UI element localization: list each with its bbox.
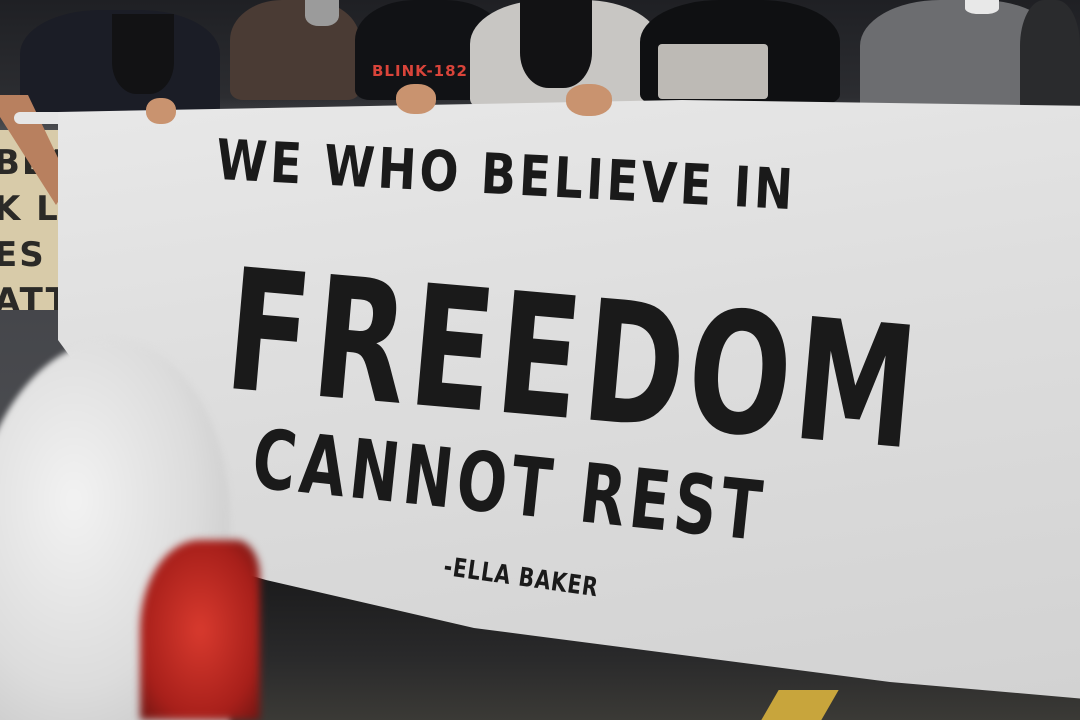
hand <box>566 84 612 116</box>
tshirt-print <box>658 44 768 99</box>
bandana-mask <box>520 0 592 88</box>
bandana-mask <box>112 14 174 94</box>
hand <box>396 84 436 114</box>
protester <box>1020 0 1080 115</box>
face-mask <box>965 0 999 14</box>
photo-scene: BLINK-182 BLACK LIVES MATTER WE WHO BELI… <box>0 0 1080 720</box>
protester <box>230 0 360 100</box>
face-mask <box>305 0 339 26</box>
hand <box>146 98 176 124</box>
tshirt-text: BLINK-182 <box>372 62 468 80</box>
car-taillight <box>140 540 260 720</box>
